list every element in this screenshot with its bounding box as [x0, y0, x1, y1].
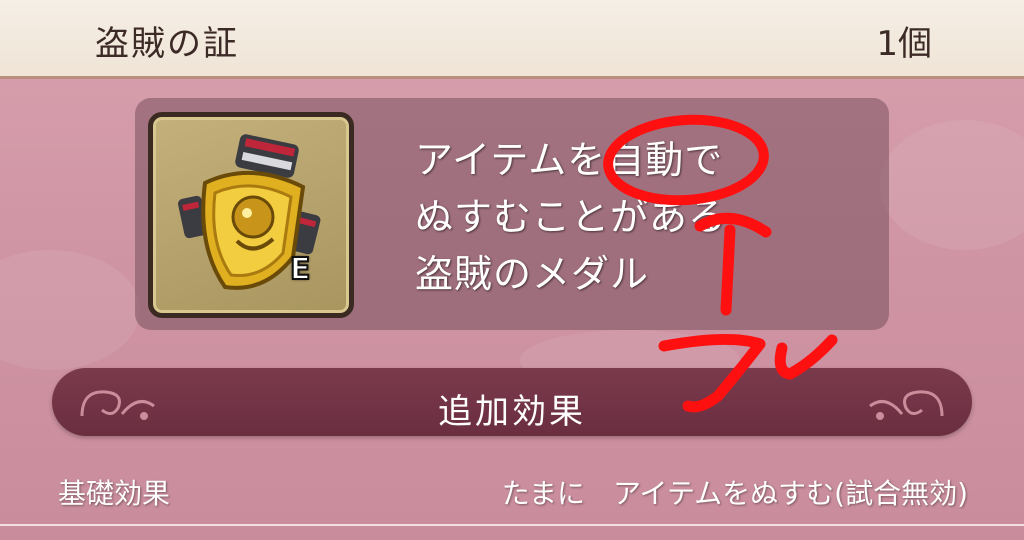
background-swirl: [0, 250, 140, 370]
description-line: 盗賊のメダル: [415, 252, 650, 296]
item-header: 盗賊の証 1個: [0, 0, 1024, 79]
section-title: 追加効果: [438, 392, 586, 432]
thief-medal-icon: [178, 134, 321, 290]
effect-value: たまに アイテムをぬすむ(試合無効): [501, 477, 968, 510]
description-line: アイテムを自動で: [415, 138, 724, 182]
item-icon-frame[interactable]: [148, 112, 354, 318]
background-swirl: [880, 120, 1024, 250]
description-line: ぬすむことがある: [415, 195, 728, 239]
base-effect-row: 基礎効果 たまに アイテムをぬすむ(試合無効): [0, 468, 1024, 516]
equipped-badge: E: [289, 251, 311, 288]
item-description: アイテムを自動で ぬすむことがある 盗賊のメダル: [415, 132, 875, 303]
additional-effect-header: 追加効果: [52, 368, 972, 436]
effect-label: 基礎効果: [58, 477, 171, 510]
item-count: 1個: [876, 24, 932, 64]
divider: [0, 524, 1024, 526]
item-name: 盗賊の証: [95, 24, 239, 64]
right-flourish-icon: [869, 390, 944, 420]
